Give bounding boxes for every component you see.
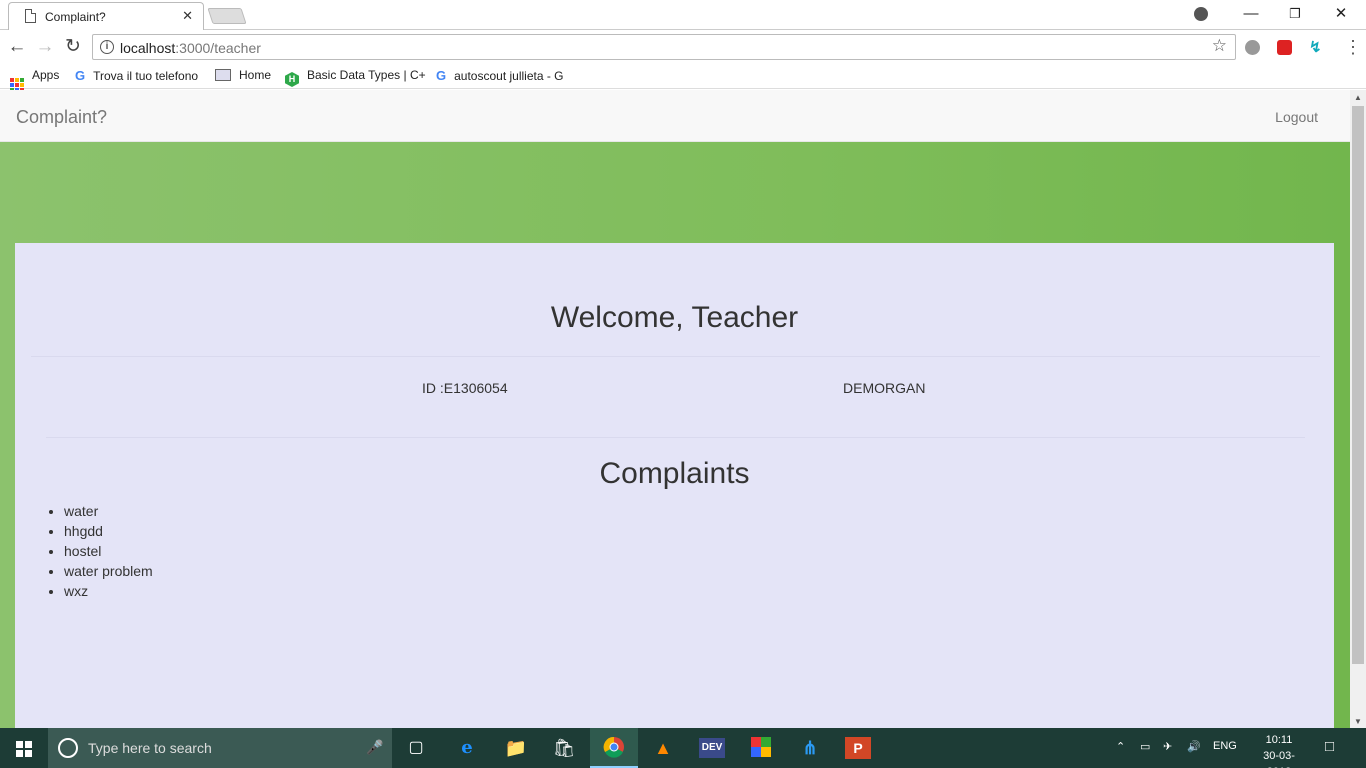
bookmark-star-icon[interactable]: ☆ xyxy=(1212,36,1227,56)
site-brand[interactable]: Complaint? xyxy=(16,107,107,128)
store-icon[interactable]: 🛍 xyxy=(551,736,577,760)
complaint-list: water hhgdd hostel water problem wxz xyxy=(64,503,153,603)
browser-tab-strip: Complaint? ✕ — ❐ ✕ xyxy=(0,0,1366,30)
teacher-name: DEMORGAN xyxy=(843,380,926,396)
battery-icon[interactable]: ▭ xyxy=(1140,740,1150,753)
bookmark-home[interactable]: Home xyxy=(215,68,271,82)
extension-bolt-icon[interactable]: ↯ xyxy=(1309,40,1324,55)
clock-date: 30-03-2018 xyxy=(1263,750,1295,768)
page-icon xyxy=(215,69,231,81)
airplane-icon[interactable]: ✈ xyxy=(1163,740,1172,753)
cortana-icon xyxy=(58,738,78,758)
dev-cpp-icon[interactable]: DEV xyxy=(699,738,725,758)
clock[interactable]: 10:11 30-03-2018 xyxy=(1252,732,1306,768)
logout-link[interactable]: Logout xyxy=(1275,109,1318,125)
bookmark-find-phone[interactable]: G Trova il tuo telefono xyxy=(75,68,198,83)
divider xyxy=(46,437,1305,438)
task-view-icon[interactable]: ▢ xyxy=(403,736,429,760)
scroll-down-icon[interactable]: ▼ xyxy=(1354,717,1362,726)
windows-taskbar: Type here to search 🎤 ▢ e 📁 🛍 ▲ DEV ⋔ P … xyxy=(0,728,1366,768)
minimize-button[interactable]: — xyxy=(1228,0,1274,28)
page-scrollbar[interactable]: ▲ ▼ xyxy=(1350,90,1366,728)
bookmark-autoscout[interactable]: Gautoscout jullieta - G xyxy=(436,68,564,83)
bookmark-apps[interactable]: Apps xyxy=(10,68,59,92)
tray-overflow-icon[interactable]: ⌃ xyxy=(1116,740,1125,753)
search-placeholder: Type here to search xyxy=(88,740,212,756)
list-item: water xyxy=(64,503,153,523)
powerpoint-icon[interactable]: P xyxy=(845,737,871,759)
teacher-panel: Welcome, Teacher ID :E1306054 DEMORGAN C… xyxy=(15,243,1334,728)
back-icon[interactable]: ← xyxy=(6,36,28,58)
hackerrank-icon: H xyxy=(285,72,299,87)
window-close-button[interactable]: ✕ xyxy=(1318,0,1364,28)
restore-button[interactable]: ❐ xyxy=(1272,0,1318,28)
scrollbar-thumb[interactable] xyxy=(1352,106,1364,664)
scroll-up-icon[interactable]: ▲ xyxy=(1354,93,1362,102)
language-indicator[interactable]: ENG xyxy=(1213,740,1237,752)
windows-logo-icon xyxy=(16,741,32,757)
extension-icon[interactable] xyxy=(1245,40,1260,55)
file-explorer-icon[interactable]: 📁 xyxy=(503,736,529,760)
notifications-icon[interactable]: □ xyxy=(1325,738,1334,755)
document-icon xyxy=(25,9,36,23)
tab-close-icon[interactable]: ✕ xyxy=(182,8,193,24)
reload-icon[interactable]: ↻ xyxy=(62,36,84,58)
list-item: hhgdd xyxy=(64,523,153,543)
chrome-menu-icon[interactable]: ⋮ xyxy=(1344,36,1362,58)
profile-icon[interactable] xyxy=(1194,7,1208,21)
taskbar-search[interactable]: Type here to search 🎤 xyxy=(48,728,392,768)
address-bar[interactable]: i localhost:3000/teacher ☆ xyxy=(92,34,1236,60)
google-icon: G xyxy=(75,68,86,83)
forward-icon[interactable]: → xyxy=(34,36,56,58)
list-item: hostel xyxy=(64,543,153,563)
welcome-heading: Welcome, Teacher xyxy=(550,301,799,334)
teacher-id: ID :E1306054 xyxy=(422,380,508,396)
bookmark-basic-data-types[interactable]: H Basic Data Types | C+ xyxy=(285,68,426,87)
vscode-icon[interactable]: ⋔ xyxy=(797,736,823,760)
google-icon: G xyxy=(436,68,447,83)
complaints-heading: Complaints xyxy=(599,457,750,490)
site-navbar: Complaint? Logout xyxy=(0,90,1350,142)
extension-red-icon[interactable] xyxy=(1277,40,1292,55)
list-item: wxz xyxy=(64,583,153,603)
bookmarks-bar: Apps G Trova il tuo telefono Home H Basic … xyxy=(0,63,1366,92)
page-viewport: Complaint? Logout Welcome, Teacher ID :E… xyxy=(0,90,1350,728)
info-icon[interactable]: i xyxy=(100,40,114,54)
winrar-icon[interactable] xyxy=(748,736,774,760)
start-button[interactable] xyxy=(0,728,48,768)
url-text[interactable]: localhost:3000/teacher xyxy=(120,40,261,56)
tab-title: Complaint? xyxy=(45,10,106,24)
browser-tab[interactable]: Complaint? ✕ xyxy=(8,2,204,30)
new-tab-button[interactable] xyxy=(207,8,247,24)
list-item: water problem xyxy=(64,563,153,583)
divider xyxy=(31,356,1320,357)
browser-toolbar: ← → ↻ i localhost:3000/teacher ☆ ↯ ⋮ xyxy=(0,31,1366,63)
chrome-icon[interactable] xyxy=(601,736,627,760)
clock-time: 10:11 xyxy=(1265,734,1293,746)
vlc-icon[interactable]: ▲ xyxy=(650,736,676,760)
volume-icon[interactable]: 🔊 xyxy=(1187,740,1201,753)
edge-icon[interactable]: e xyxy=(454,736,480,760)
microphone-icon[interactable]: 🎤 xyxy=(366,739,383,756)
